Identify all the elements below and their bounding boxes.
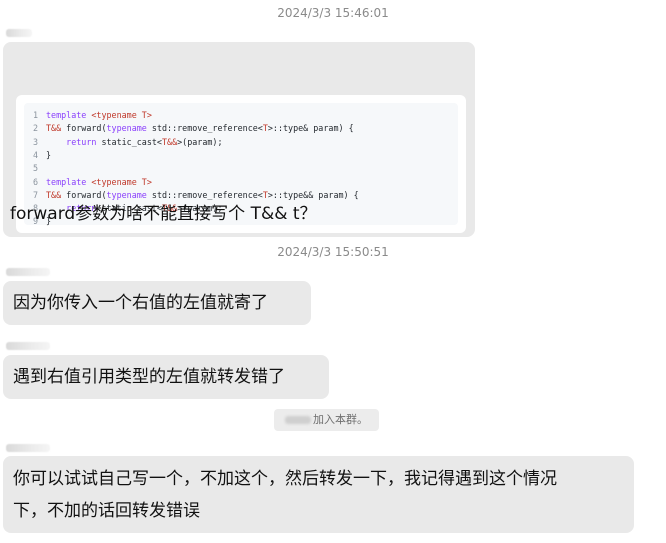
code-text: T&& forward(typename std::remove_referen… [46,123,354,134]
sender-name-blurred[interactable] [6,29,32,37]
line-number: 6 [32,176,38,187]
message-text-line-1: 你可以试试自己写一个，不加这个，然后转发一下，我记得遇到这个情况 [13,469,557,489]
code-text: } [46,149,52,160]
line-number: 5 [32,163,38,174]
line-number: 2 [32,123,38,134]
system-notice-text: 加入本群。 [313,413,368,426]
sender-name-blurred[interactable] [6,268,50,276]
code-text: template <typename T> [46,110,152,120]
message-text: 因为你传入一个右值的左值就寄了 [13,293,268,313]
sender-name-blurred[interactable] [6,444,50,452]
line-number: 4 [32,149,38,160]
timestamp-1: 2024/3/3 15:46:01 [277,6,389,20]
message-text: 遇到右值引用类型的左值就转发错了 [13,367,285,387]
system-notice: 加入本群。 [274,409,379,431]
blurred-member-name [285,416,311,424]
code-text: template <typename T> [46,176,152,187]
message-bubble[interactable]: 遇到右值引用类型的左值就转发错了 [3,355,329,399]
message-bubble[interactable]: 你可以试试自己写一个，不加这个，然后转发一下，我记得遇到这个情况 下，不加的话回… [3,456,634,533]
message-text-line-2: 下，不加的话回转发错误 [13,501,200,521]
message-text: forward参数为啥不能直接写个 T&& t？ [10,204,317,224]
message-bubble[interactable]: 因为你传入一个右值的左值就寄了 [3,281,311,325]
line-number: 1 [32,110,38,120]
message-bubble-code[interactable]: 1 template <typename T> 2 T&& forward(typen… [3,42,475,237]
sender-name-blurred[interactable] [6,342,50,350]
code-text: return static_cast<T&&>(param); [66,136,223,147]
timestamp-2: 2024/3/3 15:50:51 [277,245,389,259]
line-number: 3 [32,136,38,147]
